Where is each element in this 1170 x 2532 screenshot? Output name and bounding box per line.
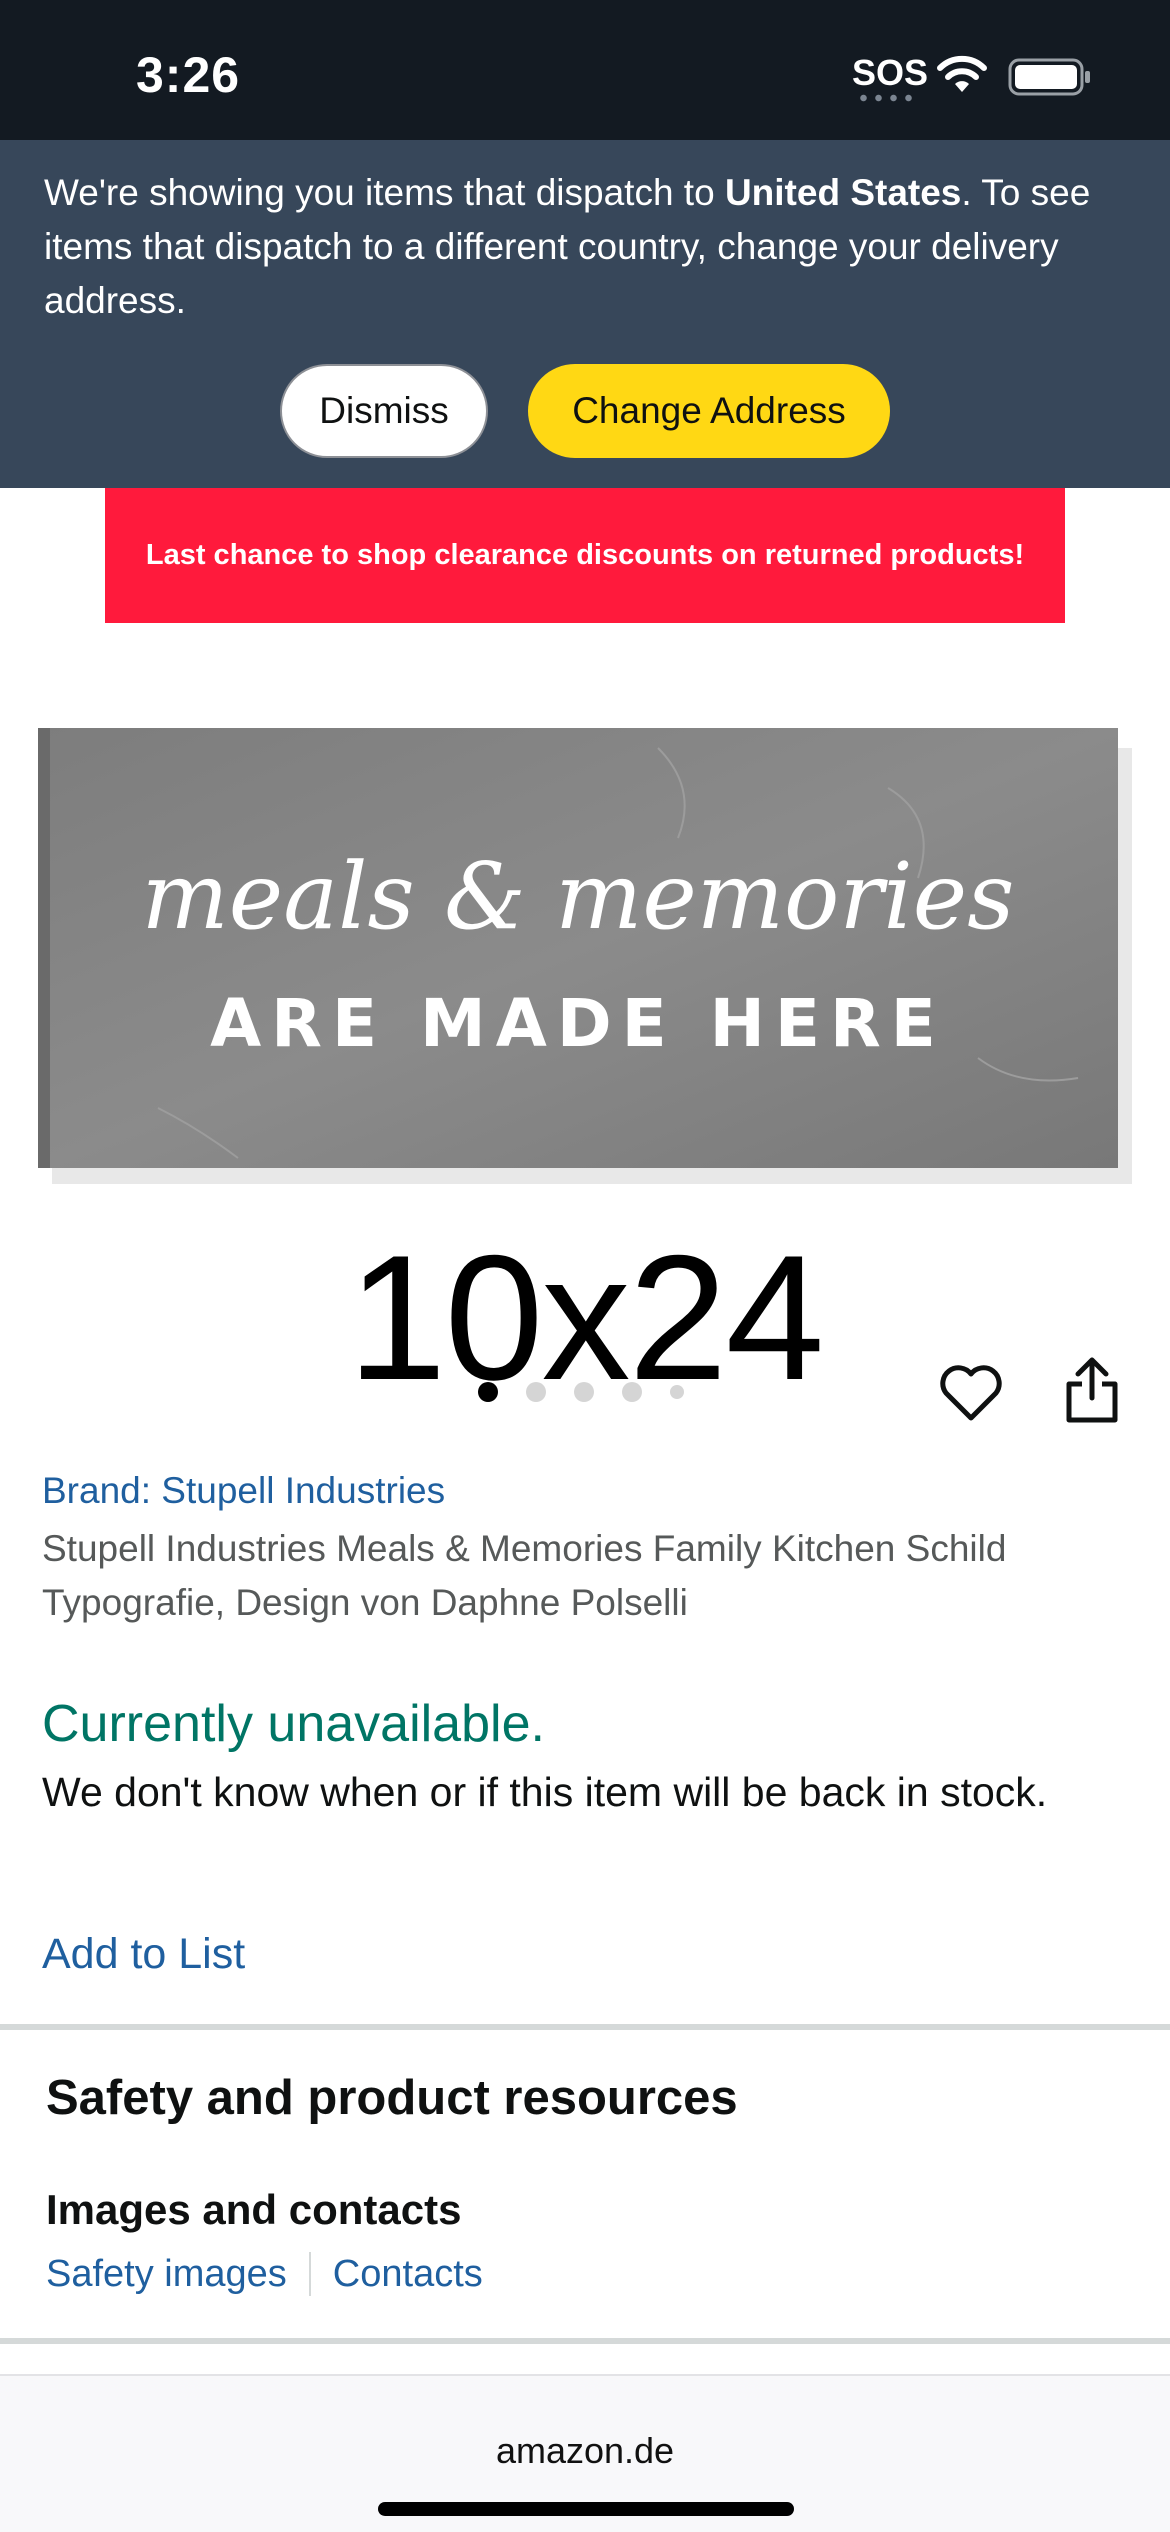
dispatch-country-banner: We're showing you items that dispatch to… xyxy=(0,140,1170,488)
brand-link[interactable]: Brand: Stupell Industries xyxy=(42,1470,445,1512)
link-separator xyxy=(308,2252,311,2296)
sign-caption: ARE MADE HERE xyxy=(210,985,946,1062)
product-image[interactable]: meals & memories ARE MADE HERE xyxy=(38,728,1138,1188)
url-text[interactable]: amazon.de xyxy=(0,2430,1170,2472)
availability-note: We don't know when or if this item will … xyxy=(42,1769,1048,1815)
dispatch-message: We're showing you items that dispatch to… xyxy=(44,166,1134,328)
home-indicator[interactable] xyxy=(378,2502,794,2516)
carousel-dot[interactable] xyxy=(670,1385,684,1399)
wifi-icon xyxy=(937,55,987,92)
status-time: 3:26 xyxy=(136,47,241,103)
contacts-link[interactable]: Contacts xyxy=(333,2253,483,2296)
share-icon[interactable] xyxy=(1064,1356,1120,1424)
sos-indicator: SOS xyxy=(852,52,929,93)
dispatch-country: United States xyxy=(724,172,962,213)
availability-status: Currently unavailable. xyxy=(42,1695,545,1753)
safety-heading: Safety and product resources xyxy=(46,2071,738,2125)
promo-banner[interactable]: Last chance to shop clearance discounts … xyxy=(105,488,1065,623)
dispatch-text-start: We're showing you items that dispatch to xyxy=(44,172,725,213)
image-carousel-dots[interactable] xyxy=(478,1382,684,1402)
safety-links: Safety images Contacts xyxy=(46,2252,483,2296)
images-contacts-heading: Images and contacts xyxy=(46,2186,462,2233)
battery-icon xyxy=(1008,58,1090,96)
dismiss-button[interactable]: Dismiss xyxy=(280,364,488,458)
section-divider xyxy=(0,2024,1170,2030)
add-to-list-link[interactable]: Add to List xyxy=(42,1930,245,1979)
heart-icon[interactable] xyxy=(938,1362,1004,1422)
status-bar: 3:26 SOS xyxy=(0,0,1170,140)
carousel-dot[interactable] xyxy=(526,1382,546,1402)
browser-address-bar[interactable]: amazon.de xyxy=(0,2374,1170,2532)
carousel-dot[interactable] xyxy=(574,1382,594,1402)
carousel-dot[interactable] xyxy=(478,1382,498,1402)
safety-images-link[interactable]: Safety images xyxy=(46,2253,287,2296)
product-title: Stupell Industries Meals & Memories Fami… xyxy=(42,1528,1007,1623)
sign-script-text: meals & memories xyxy=(142,843,1015,950)
carousel-dot[interactable] xyxy=(622,1382,642,1402)
signal-dots-icon xyxy=(856,94,916,102)
section-divider xyxy=(0,2338,1170,2344)
promo-text: Last chance to shop clearance discounts … xyxy=(145,539,1025,571)
change-address-button[interactable]: Change Address xyxy=(528,364,890,458)
